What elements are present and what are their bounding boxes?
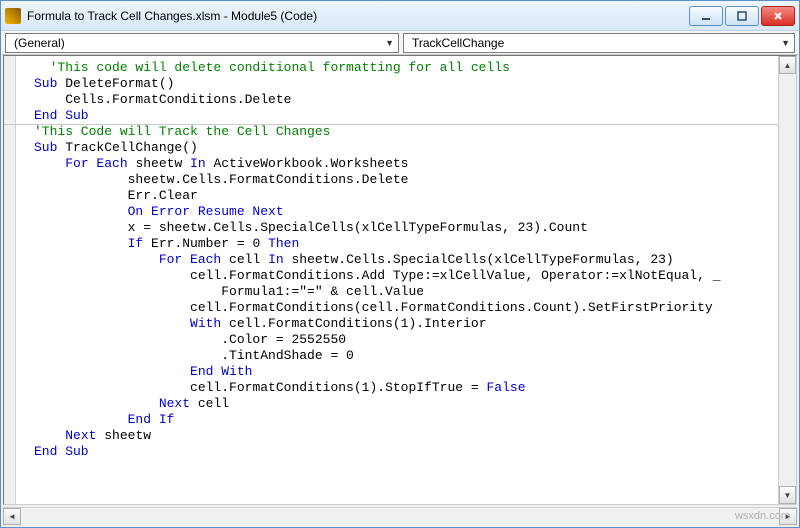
code-line: With cell.FormatConditions(1).Interior bbox=[34, 316, 772, 332]
code-line: 'This Code will Track the Cell Changes bbox=[34, 124, 772, 140]
object-dropdown[interactable]: (General) ▼ bbox=[5, 33, 399, 53]
procedure-dropdown[interactable]: TrackCellChange ▼ bbox=[403, 33, 795, 53]
close-button[interactable] bbox=[761, 6, 795, 26]
close-icon bbox=[772, 10, 784, 22]
procedure-separator bbox=[4, 124, 778, 125]
app-icon bbox=[5, 8, 21, 24]
window-title: Formula to Track Cell Changes.xlsm - Mod… bbox=[27, 9, 689, 23]
code-line: x = sheetw.Cells.SpecialCells(xlCellType… bbox=[34, 220, 772, 236]
code-window: Formula to Track Cell Changes.xlsm - Mod… bbox=[0, 0, 800, 528]
code-line: cell.FormatConditions(1).StopIfTrue = Fa… bbox=[34, 380, 772, 396]
code-line: For Each cell In sheetw.Cells.SpecialCel… bbox=[34, 252, 772, 268]
code-line: Formula1:="=" & cell.Value bbox=[34, 284, 772, 300]
chevron-down-icon: ▼ bbox=[781, 38, 790, 48]
vertical-scrollbar[interactable]: ▲ ▼ bbox=[778, 56, 796, 504]
code-line: Next sheetw bbox=[34, 428, 772, 444]
code-line: If Err.Number = 0 Then bbox=[34, 236, 772, 252]
object-dropdown-label: (General) bbox=[14, 36, 65, 50]
code-line: Sub DeleteFormat() bbox=[34, 76, 772, 92]
code-line: End If bbox=[34, 412, 772, 428]
window-controls bbox=[689, 6, 795, 26]
titlebar[interactable]: Formula to Track Cell Changes.xlsm - Mod… bbox=[1, 1, 799, 31]
scroll-down-button[interactable]: ▼ bbox=[779, 486, 796, 504]
code-area: 'This code will delete conditional forma… bbox=[3, 55, 797, 505]
scroll-track[interactable] bbox=[779, 74, 796, 486]
scroll-track-h[interactable] bbox=[21, 508, 779, 525]
code-line: Cells.FormatConditions.Delete bbox=[34, 92, 772, 108]
code-line: On Error Resume Next bbox=[34, 204, 772, 220]
scroll-left-button[interactable]: ◄ bbox=[3, 508, 21, 525]
code-line: Next cell bbox=[34, 396, 772, 412]
code-line: cell.FormatConditions(cell.FormatConditi… bbox=[34, 300, 772, 316]
minimize-button[interactable] bbox=[689, 6, 723, 26]
code-line: For Each sheetw In ActiveWorkbook.Worksh… bbox=[34, 156, 772, 172]
watermark: wsxdn.com bbox=[735, 510, 790, 522]
code-line: End Sub bbox=[34, 108, 772, 124]
code-line: End Sub bbox=[34, 444, 772, 460]
dropdown-row: (General) ▼ TrackCellChange ▼ bbox=[1, 31, 799, 55]
code-line: 'This code will delete conditional forma… bbox=[34, 60, 772, 76]
horizontal-scrollbar[interactable]: ◄ ► bbox=[3, 507, 797, 525]
procedure-dropdown-label: TrackCellChange bbox=[412, 36, 504, 50]
maximize-icon bbox=[736, 10, 748, 22]
minimize-icon bbox=[700, 10, 712, 22]
maximize-button[interactable] bbox=[725, 6, 759, 26]
code-line: Err.Clear bbox=[34, 188, 772, 204]
scroll-up-button[interactable]: ▲ bbox=[779, 56, 796, 74]
code-line: cell.FormatConditions.Add Type:=xlCellVa… bbox=[34, 268, 772, 284]
code-line: sheetw.Cells.FormatConditions.Delete bbox=[34, 172, 772, 188]
code-line: .Color = 2552550 bbox=[34, 332, 772, 348]
chevron-down-icon: ▼ bbox=[385, 38, 394, 48]
code-line: Sub TrackCellChange() bbox=[34, 140, 772, 156]
code-line: End With bbox=[34, 364, 772, 380]
code-line: .TintAndShade = 0 bbox=[34, 348, 772, 364]
